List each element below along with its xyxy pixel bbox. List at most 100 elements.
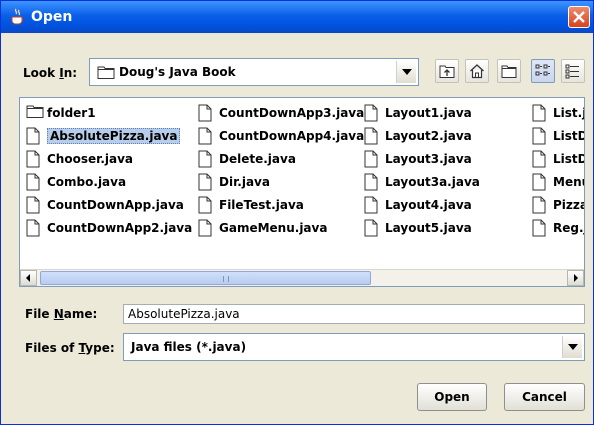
- file-icon: [532, 196, 548, 214]
- cancel-button[interactable]: Cancel: [504, 383, 585, 411]
- list-view-icon: [535, 64, 550, 76]
- up-one-level-icon: [439, 65, 455, 78]
- file-list-item[interactable]: Chooser.java: [26, 148, 133, 170]
- file-list-item[interactable]: Delete.java: [198, 148, 296, 170]
- details-view-icon: [565, 64, 579, 79]
- file-icon: [198, 196, 214, 214]
- file-list-item[interactable]: Reg.j: [532, 217, 585, 239]
- new-folder-icon: [501, 65, 517, 78]
- folder-icon: [26, 104, 44, 122]
- file-list-item[interactable]: ListD: [532, 148, 584, 170]
- file-icon: [364, 150, 380, 168]
- file-list-item[interactable]: Layout5.java: [364, 217, 472, 239]
- file-name-label: CountDownApp2.java: [47, 221, 193, 235]
- file-name-label: File Name:: [25, 307, 98, 321]
- file-list-item[interactable]: GameMenu.java: [198, 217, 327, 239]
- new-folder-button[interactable]: [497, 59, 521, 83]
- file-name-label: Layout1.java: [385, 106, 472, 120]
- file-icon: [532, 150, 548, 168]
- file-list-item[interactable]: AbsolutePizza.java: [26, 125, 181, 147]
- file-icon: [532, 219, 548, 237]
- look-in-dropdown-button[interactable]: [396, 61, 416, 83]
- close-icon: [573, 11, 585, 23]
- file-icon: [26, 219, 42, 237]
- file-icon: [364, 196, 380, 214]
- file-icon: [26, 150, 42, 168]
- files-of-type-dropdown-button[interactable]: [562, 336, 582, 358]
- file-name-label: Dir.java: [219, 175, 270, 189]
- file-icon: [364, 127, 380, 145]
- file-name-label: Delete.java: [219, 152, 296, 166]
- file-icon: [198, 173, 214, 191]
- file-list-item[interactable]: Layout1.java: [364, 102, 472, 124]
- file-list-item[interactable]: Combo.java: [26, 171, 126, 193]
- title-bar[interactable]: Open: [1, 1, 593, 33]
- file-icon: [198, 127, 214, 145]
- file-name-input[interactable]: AbsolutePizza.java: [123, 304, 585, 324]
- file-name-label: Layout4.java: [385, 198, 472, 212]
- file-name-label: Combo.java: [47, 175, 127, 189]
- files-of-type-value: Java files (*.java): [131, 340, 247, 354]
- files-of-type-combo[interactable]: Java files (*.java): [123, 333, 585, 361]
- file-name-label: Layout2.java: [385, 129, 472, 143]
- list-view-button[interactable]: [531, 59, 555, 83]
- file-list-item[interactable]: Layout3a.java: [364, 171, 480, 193]
- home-icon: [470, 64, 484, 79]
- folder-icon: [97, 65, 115, 82]
- details-view-button[interactable]: [561, 59, 585, 83]
- scrollbar-grip: [223, 276, 229, 282]
- file-name-label: folder1: [47, 106, 96, 120]
- file-list-item[interactable]: Layout4.java: [364, 194, 472, 216]
- file-name-label: CountDownApp.java: [47, 198, 184, 212]
- look-in-combo[interactable]: Doug's Java Book: [89, 58, 419, 86]
- file-list-item[interactable]: FileTest.java: [198, 194, 304, 216]
- file-list-item[interactable]: Pizza: [532, 194, 585, 216]
- file-icon: [26, 127, 42, 145]
- scrollbar-thumb[interactable]: [40, 271, 371, 285]
- java-cup-icon: [9, 8, 25, 26]
- file-icon: [26, 196, 42, 214]
- file-list[interactable]: folder1 AbsolutePizza.java Chooser.java Com…: [19, 97, 585, 287]
- open-dialog: Open Look In: Doug's Java Book folder1 A…: [0, 0, 594, 425]
- horizontal-scrollbar[interactable]: [20, 269, 584, 286]
- file-icon: [198, 104, 214, 122]
- file-list-item[interactable]: Layout3.java: [364, 148, 472, 170]
- file-icon: [198, 150, 214, 168]
- file-icon: [364, 104, 380, 122]
- file-list-item[interactable]: CountDownApp2.java: [26, 217, 192, 239]
- file-name-label: ListD: [553, 129, 585, 143]
- file-icon: [198, 219, 214, 237]
- chevron-down-icon: [402, 69, 412, 75]
- file-name-label: CountDownApp3.java: [219, 106, 365, 120]
- file-name-label: Layout5.java: [385, 221, 472, 235]
- file-icon: [364, 219, 380, 237]
- file-name-label: GameMenu.java: [219, 221, 328, 235]
- file-name-label: Pizza: [553, 198, 585, 212]
- file-name-label: List.j: [553, 106, 585, 120]
- file-list-item[interactable]: Layout2.java: [364, 125, 472, 147]
- file-list-item[interactable]: Menu: [532, 171, 584, 193]
- up-one-level-button[interactable]: [435, 59, 459, 83]
- chevron-left-icon: [26, 274, 30, 282]
- home-button[interactable]: [465, 59, 489, 83]
- close-button[interactable]: [568, 6, 590, 28]
- file-list-item[interactable]: CountDownApp.java: [26, 194, 184, 216]
- file-name-label: CountDownApp4.java: [219, 129, 365, 143]
- file-list-item[interactable]: List.j: [532, 102, 585, 124]
- file-name-label: Chooser.java: [47, 152, 134, 166]
- scroll-right-button[interactable]: [567, 270, 584, 286]
- file-icon: [532, 127, 548, 145]
- file-name-label: Reg.j: [553, 221, 585, 235]
- file-name-label: AbsolutePizza.java: [47, 128, 181, 144]
- open-button[interactable]: Open: [417, 383, 487, 411]
- look-in-label: Look In:: [23, 66, 78, 80]
- file-list-item[interactable]: folder1: [26, 102, 96, 124]
- scroll-left-button[interactable]: [20, 270, 37, 286]
- files-of-type-label: Files of Type:: [25, 341, 115, 355]
- file-list-item[interactable]: CountDownApp4.java: [198, 125, 364, 147]
- file-list-item[interactable]: ListD: [532, 125, 585, 147]
- file-name-label: Layout3.java: [385, 152, 472, 166]
- file-list-item[interactable]: CountDownApp3.java: [198, 102, 364, 124]
- file-list-item[interactable]: Dir.java: [198, 171, 270, 193]
- file-name-label: Layout3a.java: [385, 175, 480, 189]
